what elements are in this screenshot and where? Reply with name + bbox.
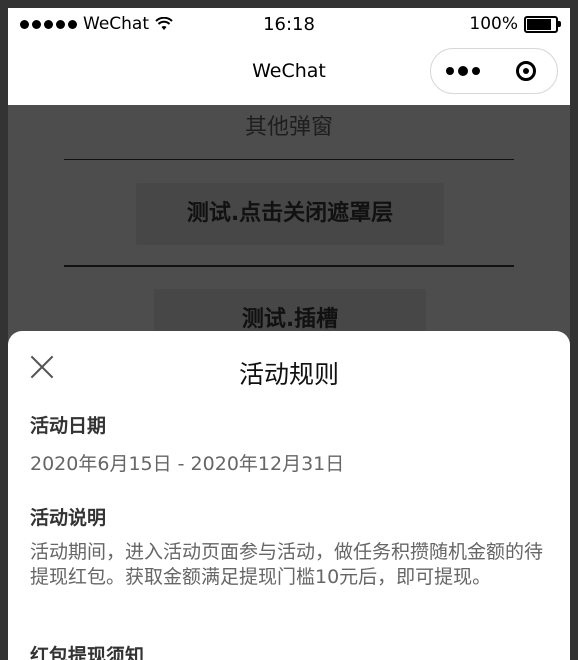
- rule-section-description: 活动说明 活动期间，进入活动页面参与活动，做任务积攒随机金额的待提现红包。获取金…: [30, 503, 550, 590]
- target-icon: [515, 61, 536, 81]
- rule-body: 活动期间，进入活动页面参与活动，做任务积攒随机金额的待提现红包。获取金额满足提现…: [30, 541, 544, 588]
- rule-body: 2020年6月15日 - 2020年12月31日: [30, 453, 345, 475]
- test-close-mask-button[interactable]: 测试.点击关闭遮罩层: [136, 183, 444, 245]
- status-bar: WeChat 16:18 100%: [8, 8, 570, 42]
- more-dots-icon: [445, 67, 454, 75]
- rule-section-date: 活动日期 2020年6月15日 - 2020年12月31日: [30, 411, 550, 477]
- menu-capsule: [430, 48, 558, 94]
- divider: [64, 159, 514, 160]
- more-options-button[interactable]: [431, 49, 494, 93]
- rule-heading: 活动说明: [30, 507, 107, 529]
- phone-screen: WeChat 16:18 100% WeChat 其他弹窗 测试.点击关闭遮罩层…: [8, 8, 570, 660]
- sheet-title: 活动规则: [238, 360, 339, 389]
- battery-group: 100%: [469, 14, 561, 34]
- close-miniprogram-button[interactable]: [494, 49, 557, 93]
- section-title: 其他弹窗: [244, 115, 333, 140]
- divider: [64, 265, 514, 267]
- screen-frame: WeChat 16:18 100% WeChat 其他弹窗 测试.点击关闭遮罩层…: [0, 0, 578, 660]
- activity-rules-sheet: 活动规则 活动日期 2020年6月15日 - 2020年12月31日 活动说明 …: [8, 331, 570, 660]
- rule-heading: 活动日期: [30, 415, 107, 437]
- battery-icon: [524, 15, 561, 33]
- navigation-bar: WeChat: [8, 42, 570, 105]
- rule-section-withdraw: 红包提现须知: [30, 641, 550, 660]
- rule-heading: 红包提现须知: [30, 645, 145, 660]
- battery-percent: 100%: [469, 14, 518, 34]
